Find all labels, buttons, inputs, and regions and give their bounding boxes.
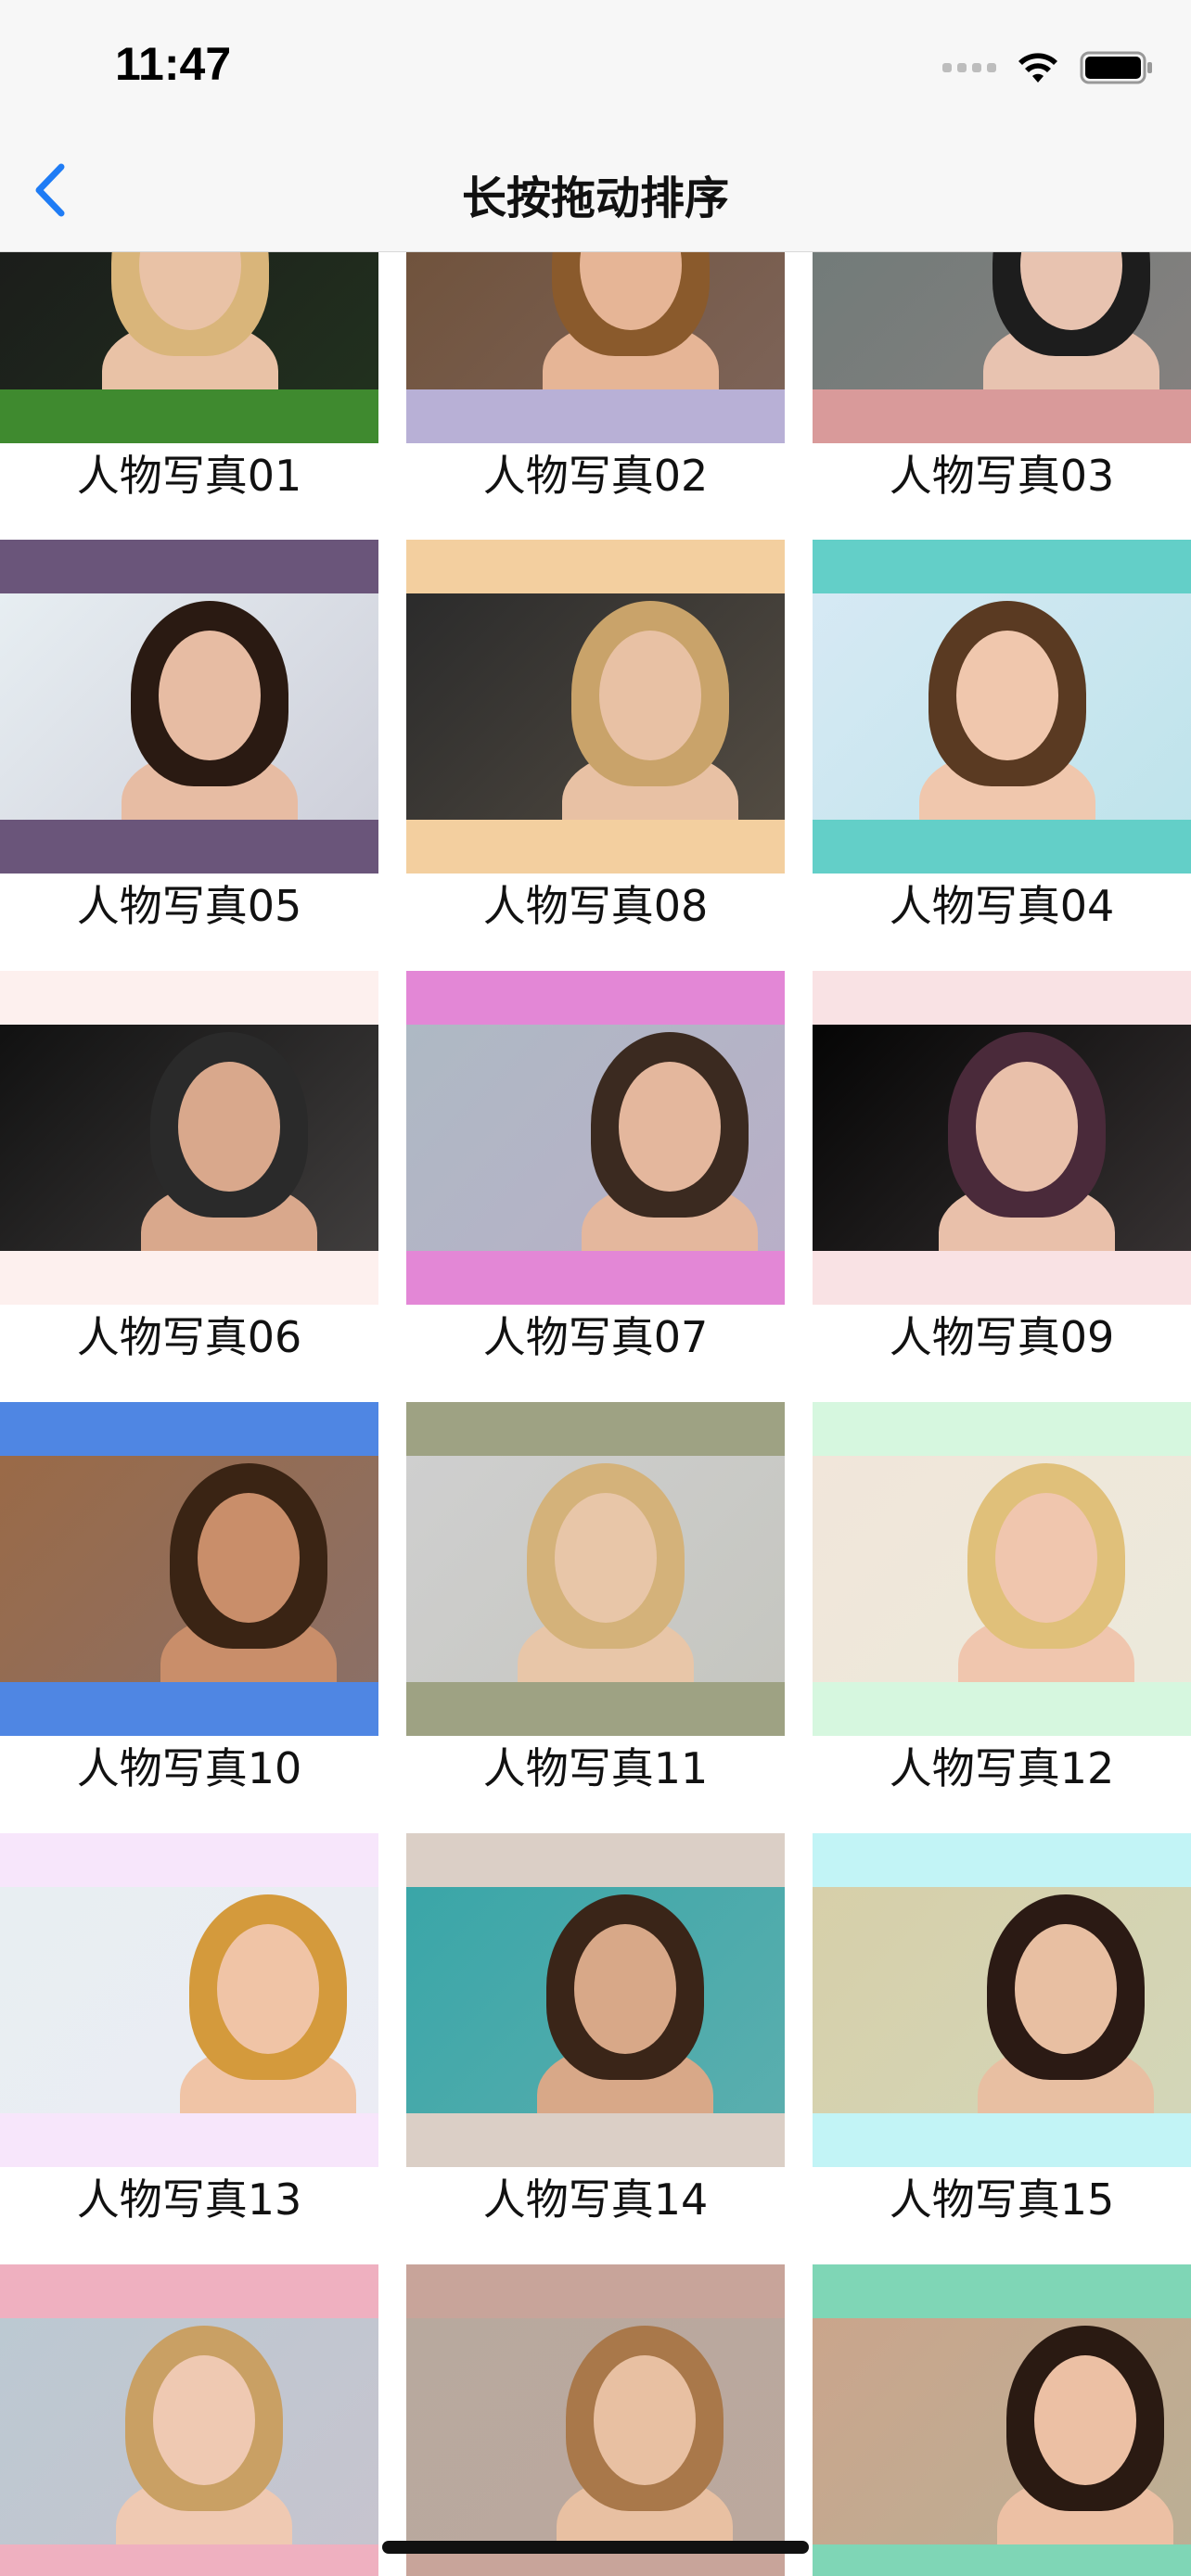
tile-label: 人物写真04 <box>889 881 1115 931</box>
portrait-image <box>0 1025 378 1251</box>
tile-label: 人物写真07 <box>482 1312 709 1362</box>
portrait-image <box>0 593 378 820</box>
portrait-image <box>813 1456 1191 1682</box>
photo-tile[interactable]: 人物写真15 <box>813 1833 1191 2225</box>
cellular-signal-icon <box>942 63 996 72</box>
photo-tile[interactable]: 人物写真05 <box>0 540 378 931</box>
battery-icon <box>1080 51 1152 84</box>
page-title: 长按拖动排序 <box>461 172 729 224</box>
photo-tile[interactable]: 人物写真18 <box>813 2264 1191 2576</box>
tile-label: 人物写真13 <box>76 2174 302 2225</box>
portrait-image <box>0 1887 378 2113</box>
tile-label: 人物写真14 <box>482 2174 709 2225</box>
status-time: 11:47 <box>115 38 232 90</box>
tile-label: 人物写真10 <box>76 1743 302 1793</box>
photo-grid[interactable]: 人物写真01 人物写真02 人物写真03 人物写真05 人物写真08 人物写真04 人物写真… <box>0 0 1191 2576</box>
photo-tile[interactable]: 人物写真07 <box>406 971 785 1362</box>
tile-label: 人物写真05 <box>76 881 302 931</box>
photo-tile[interactable]: 人物写真10 <box>0 1402 378 1793</box>
tile-label: 人物写真06 <box>76 1312 302 1362</box>
portrait-image <box>813 2318 1191 2544</box>
tile-label: 人物写真11 <box>482 1743 709 1793</box>
photo-tile[interactable]: 人物写真11 <box>406 1402 785 1793</box>
home-indicator <box>382 2541 809 2554</box>
portrait-image <box>406 1025 785 1251</box>
photo-tile[interactable]: 人物写真09 <box>813 971 1191 1362</box>
portrait-image <box>406 593 785 820</box>
wifi-icon <box>1018 53 1057 83</box>
photo-tile[interactable]: 人物写真12 <box>813 1402 1191 1793</box>
photo-tile[interactable]: 人物写真17 <box>406 2264 785 2576</box>
tile-label: 人物写真15 <box>889 2174 1115 2225</box>
portrait-image <box>406 1456 785 1682</box>
tile-label: 人物写真12 <box>889 1743 1115 1793</box>
status-icons <box>942 45 1154 91</box>
portrait-image <box>813 1025 1191 1251</box>
tile-label: 人物写真09 <box>889 1312 1115 1362</box>
portrait-image <box>813 1887 1191 2113</box>
portrait-image <box>0 2318 378 2544</box>
photo-tile[interactable]: 人物写真14 <box>406 1833 785 2225</box>
tile-label: 人物写真01 <box>76 451 302 501</box>
portrait-image <box>813 593 1191 820</box>
photo-tile[interactable]: 人物写真06 <box>0 971 378 1362</box>
tile-label: 人物写真08 <box>482 881 709 931</box>
tile-label: 人物写真03 <box>889 451 1115 501</box>
photo-tile[interactable]: 人物写真16 <box>0 2264 378 2576</box>
tile-label: 人物写真02 <box>482 451 709 501</box>
portrait-image <box>406 2318 785 2544</box>
photo-tile[interactable]: 人物写真13 <box>0 1833 378 2225</box>
portrait-image <box>0 1456 378 1682</box>
photo-tile[interactable]: 人物写真08 <box>406 540 785 931</box>
portrait-image <box>406 1887 785 2113</box>
navigation-bar: 11:47 长按拖动排序 <box>0 0 1191 252</box>
photo-tile[interactable]: 人物写真04 <box>813 540 1191 931</box>
